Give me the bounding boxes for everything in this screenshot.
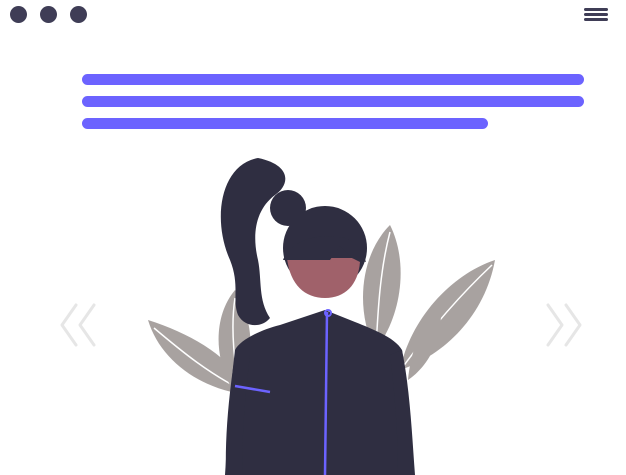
text-placeholder-line-2	[82, 96, 584, 107]
hamburger-menu-icon[interactable]	[584, 6, 608, 23]
chevron-double-right-icon	[546, 303, 582, 347]
window-dot-2[interactable]	[40, 6, 57, 23]
text-placeholder-line-3	[82, 118, 488, 129]
window-dot-1[interactable]	[10, 6, 27, 23]
window-dot-3[interactable]	[70, 6, 87, 23]
jacket	[225, 309, 415, 475]
window-controls	[10, 6, 87, 23]
carousel-prev-button[interactable]	[58, 303, 98, 347]
chevron-double-left-icon	[60, 303, 96, 347]
carousel-next-button[interactable]	[544, 303, 584, 347]
text-placeholder-line-1	[82, 74, 584, 85]
woman-illustration	[148, 158, 495, 475]
face	[287, 258, 360, 298]
